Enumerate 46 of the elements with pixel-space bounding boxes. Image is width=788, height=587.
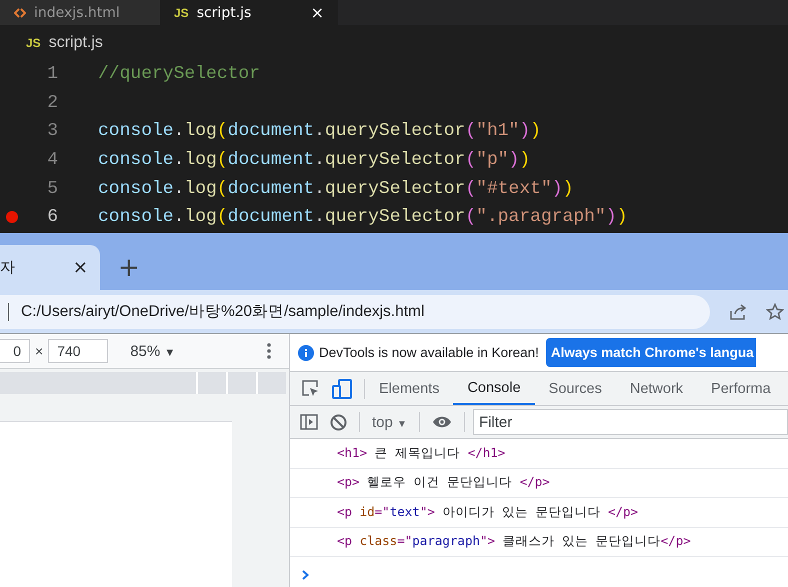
- code-line: console.log(document.querySelector("h1")): [98, 121, 541, 142]
- console-message: <h1> 큰 제목입니다 </h1>: [337, 444, 506, 462]
- console-message: <p> 헬로우 이건 문단입니다 </p>: [337, 474, 550, 492]
- times-sign: ×: [35, 343, 44, 359]
- notice-text: DevTools is now available in Korean!: [319, 345, 539, 360]
- prompt-chevron-icon[interactable]: [302, 570, 309, 580]
- info-icon: [298, 344, 314, 360]
- console-message: <p class="paragraph"> 클래스가 있는 문단입니다</p>: [337, 533, 691, 550]
- code-line: console.log(document.querySelector(".paragraph")): [98, 207, 628, 228]
- line-number: 1: [46, 64, 58, 84]
- editor-tab[interactable]: indexjs.html: [0, 0, 160, 25]
- eye-icon[interactable]: [432, 415, 452, 429]
- width-field[interactable]: 0: [0, 339, 30, 363]
- line-number: 2: [46, 92, 58, 113]
- address-bar[interactable]: C:/Users/airyt/OneDrive/바탕%20화면/sample/indexjs.html: [0, 294, 710, 328]
- share-icon[interactable]: [728, 302, 748, 320]
- code-line: console.log(document.querySelector("p")): [98, 150, 530, 170]
- sidebar-icon[interactable]: [300, 414, 318, 430]
- match-language-button[interactable]: Always match Chrome's langua: [546, 338, 756, 367]
- devtools-tab[interactable]: Network: [616, 372, 698, 405]
- cursor-select-icon[interactable]: [302, 380, 320, 398]
- line-number: 3: [46, 121, 58, 142]
- breakpoint-dot[interactable]: [6, 211, 18, 224]
- code-file-icon: [14, 6, 26, 18]
- filter-field[interactable]: Filter: [472, 409, 788, 435]
- line-number: 4: [46, 150, 58, 170]
- line-number: 5: [46, 178, 58, 199]
- devtools-tab[interactable]: Elements: [365, 372, 454, 405]
- browser-tab[interactable]: 자 ×: [0, 245, 100, 290]
- star-icon[interactable]: [766, 302, 784, 320]
- devtools-tab[interactable]: Sources: [534, 372, 616, 405]
- code-line: console.log(document.querySelector("#text")): [98, 178, 574, 199]
- zoom-dropdown[interactable]: 85% ▼: [130, 342, 176, 360]
- breadcrumb-item[interactable]: script.js: [48, 34, 103, 52]
- context-dropdown[interactable]: top ▼: [372, 414, 407, 430]
- clear-console-icon[interactable]: [330, 414, 347, 430]
- more-options-icon[interactable]: [267, 343, 271, 359]
- editor-tab[interactable]: JS script.js ×: [160, 0, 338, 25]
- new-tab-button[interactable]: +: [118, 245, 140, 290]
- device-toggle-icon[interactable]: [332, 378, 352, 398]
- js-file-icon: JS: [26, 36, 41, 50]
- line-number: 6: [46, 207, 58, 228]
- code-line: //querySelector: [98, 64, 260, 84]
- console-message: <p id="text"> 아이디가 있는 문단입니다 </p>: [337, 504, 638, 521]
- height-field[interactable]: 740: [48, 339, 108, 363]
- devtools-tab[interactable]: Performa: [697, 372, 785, 405]
